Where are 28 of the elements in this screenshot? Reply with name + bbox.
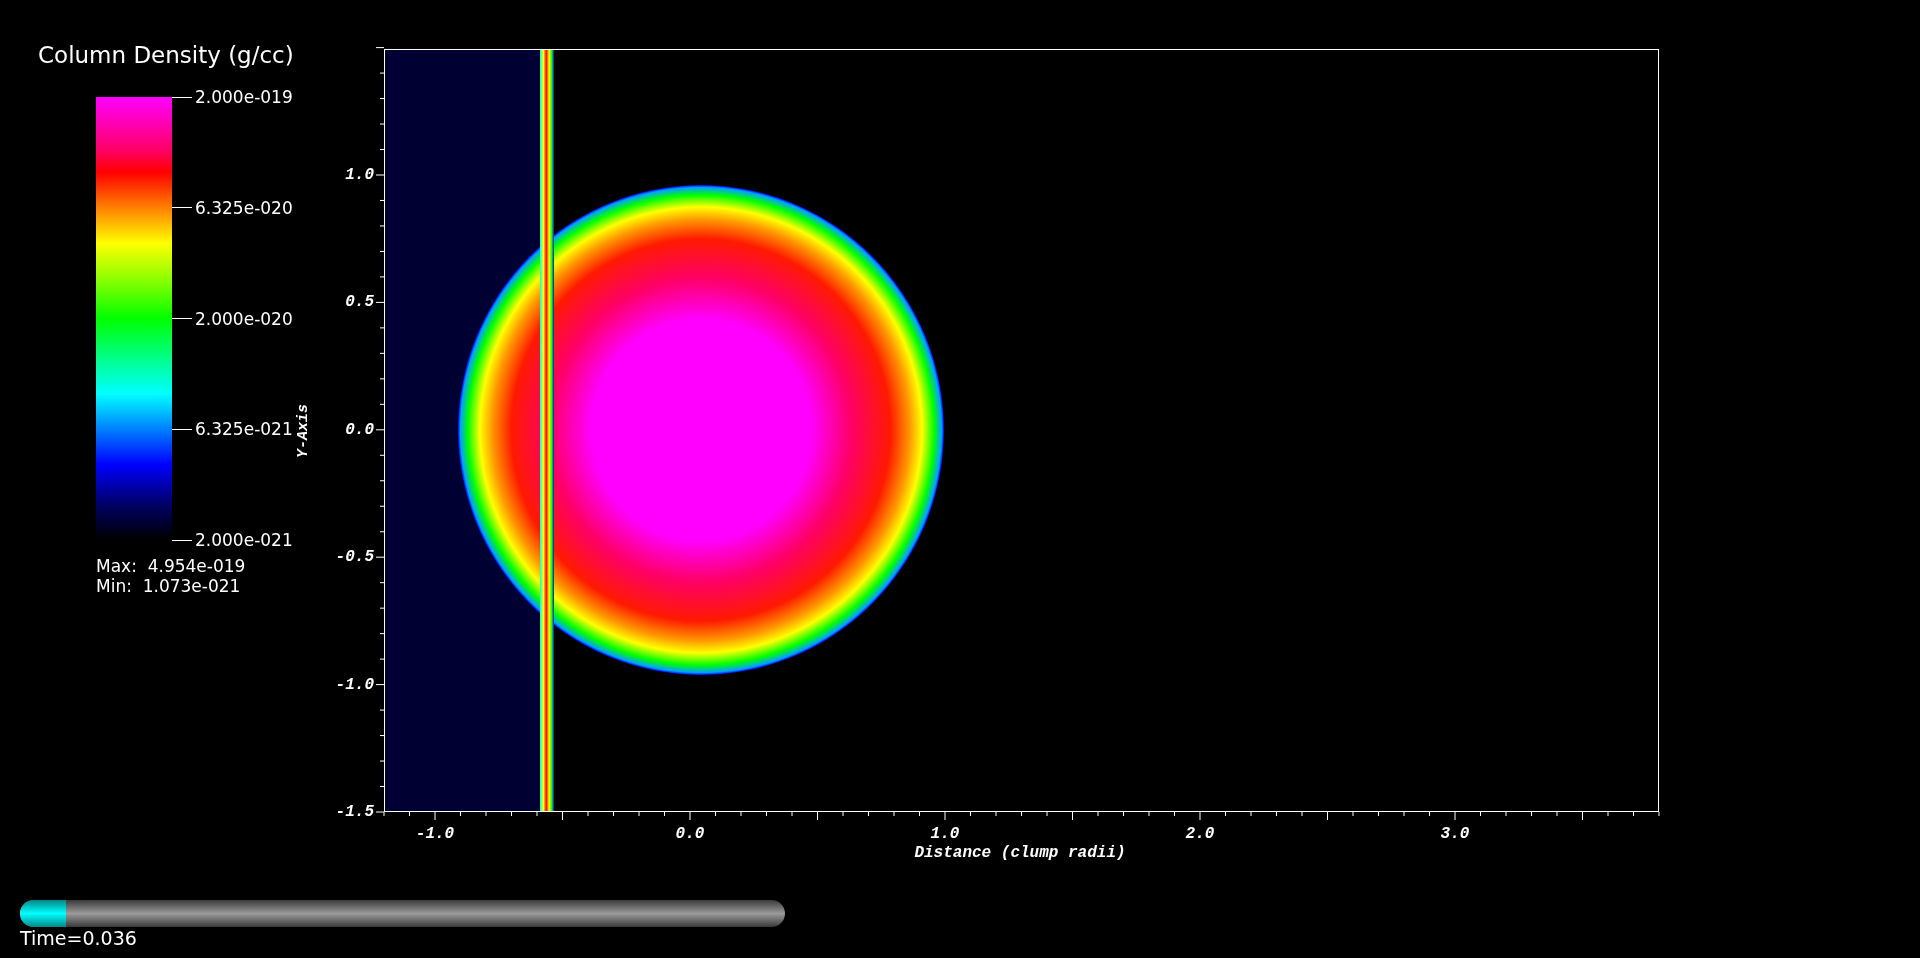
y-tick-label: -1.5 xyxy=(334,802,374,822)
x-tick-label: 3.0 xyxy=(1439,824,1471,844)
x-tick-label: 1.0 xyxy=(929,824,961,844)
y-tick-label: 0.0 xyxy=(344,419,374,440)
x-tick-label: 2.0 xyxy=(1184,824,1216,844)
legend-tick xyxy=(172,539,192,541)
min-value: Min: 1.073e-021 xyxy=(96,576,241,596)
y-tick-label: -0.5 xyxy=(334,547,374,568)
legend-tick xyxy=(172,96,192,98)
legend-tick xyxy=(172,207,192,209)
x-tick-label: 0.0 xyxy=(674,824,706,844)
legend-title: Column Density (g/cc) xyxy=(38,41,294,70)
y-tick-label: -1.0 xyxy=(334,674,374,695)
y-tick-label: 1.0 xyxy=(344,165,374,185)
legend-label: 2.000e-020 xyxy=(195,307,293,330)
legend-label: 6.325e-020 xyxy=(195,196,293,219)
y-tick-label: 0.5 xyxy=(344,292,374,313)
x-axis-title: Distance (clump radii) xyxy=(913,843,1127,863)
legend-label: 2.000e-021 xyxy=(195,529,293,551)
legend-label: 6.325e-021 xyxy=(195,418,293,441)
time-slider-track[interactable] xyxy=(20,900,785,927)
legend-tick xyxy=(172,428,192,430)
max-value: Max: 4.954e-019 xyxy=(96,556,246,576)
legend-tick xyxy=(172,318,192,319)
legend-label: 2.000e-019 xyxy=(195,86,293,108)
time-label: Time=0.036 xyxy=(20,926,137,950)
x-tick-label: -1.0 xyxy=(414,824,456,844)
y-axis-title: Y-Axis xyxy=(294,403,313,460)
